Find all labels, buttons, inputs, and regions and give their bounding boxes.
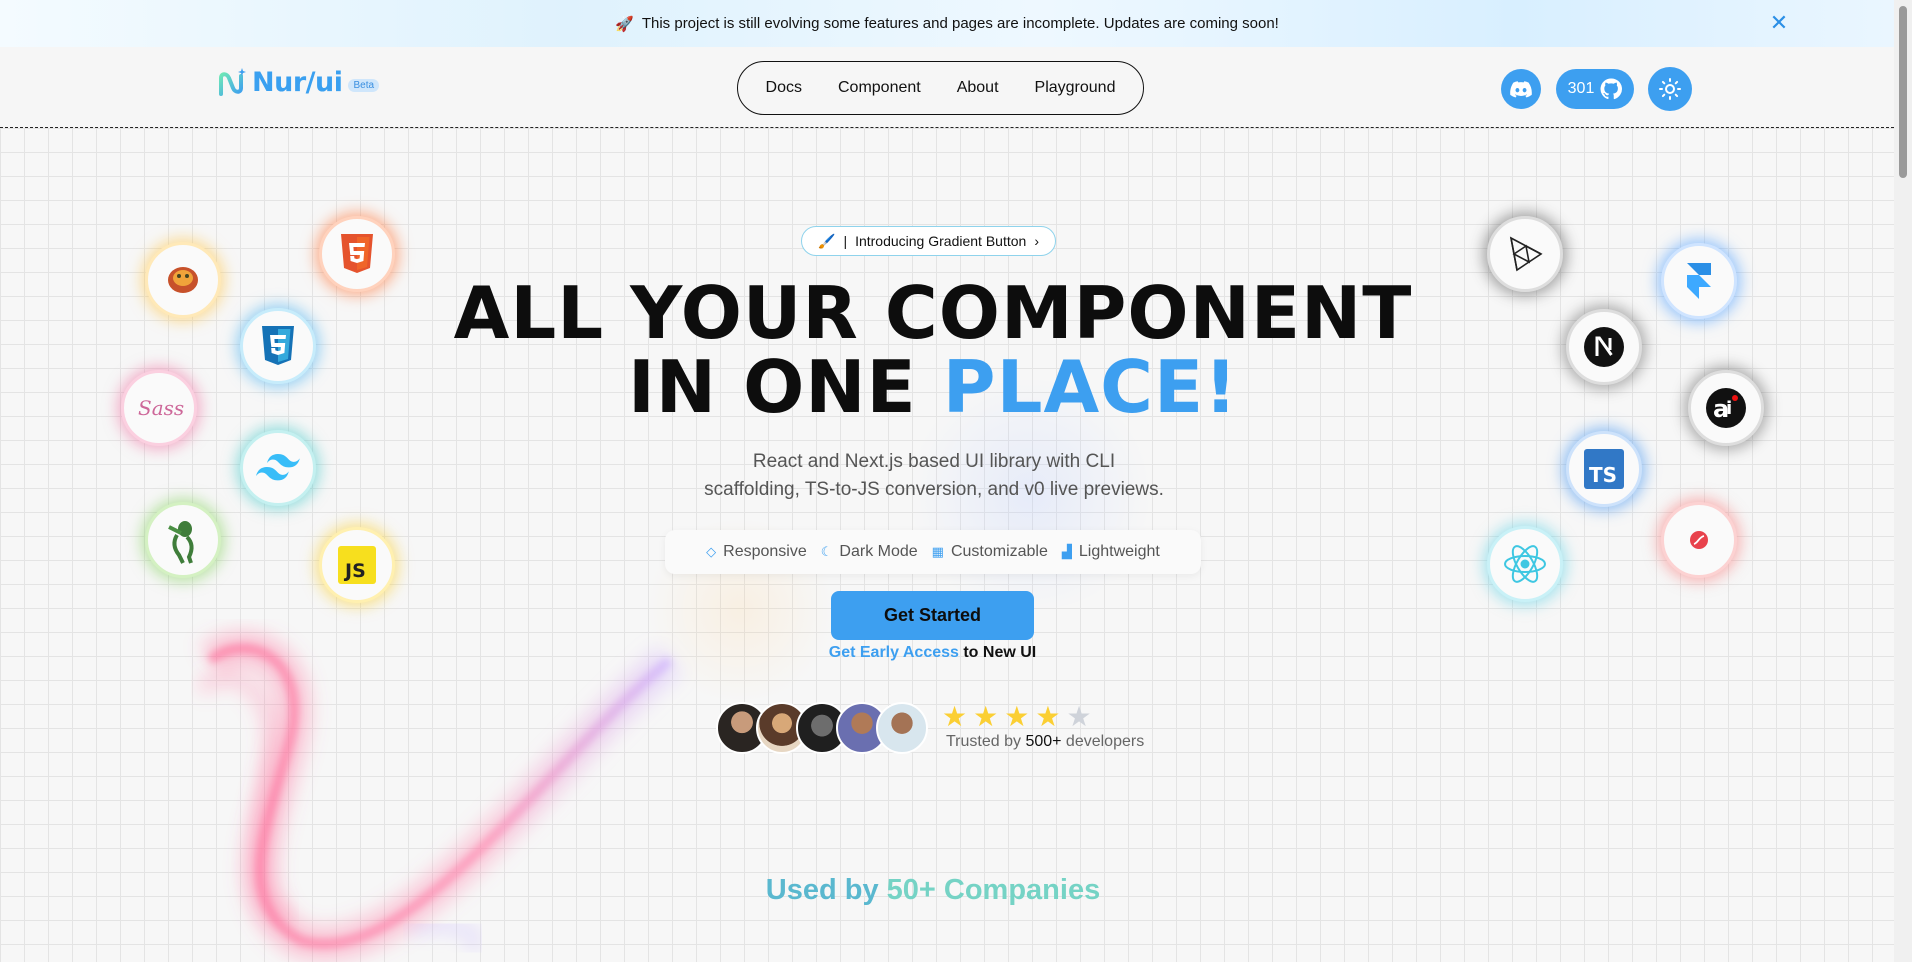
subtitle-line2: scaffolding, TS-to-JS conversion, and v0… xyxy=(704,479,1164,500)
css3-icon xyxy=(240,308,316,384)
announcement-bar: 🚀 This project is still evolving some fe… xyxy=(0,0,1894,47)
github-icon xyxy=(1600,78,1623,100)
intro-pill[interactable]: 🖌️ | Introducing Gradient Button › xyxy=(801,226,1056,256)
sass-icon: Sass xyxy=(121,370,197,446)
nav-playground[interactable]: Playground xyxy=(1035,79,1116,97)
headline-line2-prefix: IN ONE xyxy=(627,345,943,429)
early-access-suffix: to New UI xyxy=(958,644,1037,661)
feature-responsive: ◇ Responsive xyxy=(706,543,807,561)
sun-icon xyxy=(1659,78,1681,100)
trusted-count: 500+ xyxy=(1025,733,1062,750)
headline-line1: ALL YOUR COMPONENT xyxy=(453,271,1413,355)
feature-customizable: ▦ Customizable xyxy=(932,543,1048,561)
nextjs-icon xyxy=(1566,309,1642,385)
early-access-link[interactable]: Get Early Access xyxy=(829,644,959,661)
theme-toggle-button[interactable] xyxy=(1648,67,1692,111)
companies-count: 50+ Companies xyxy=(886,874,1101,906)
close-icon[interactable]: ✕ xyxy=(1768,12,1790,34)
github-stars-button[interactable]: 301 xyxy=(1556,69,1634,109)
rocket-icon: 🚀 xyxy=(615,15,634,33)
companies-heading: Used by 50+ Companies xyxy=(700,874,1166,907)
trusted-by-text: Trusted by 500+ developers xyxy=(946,733,1144,751)
svg-text:Sass: Sass xyxy=(138,396,184,420)
nav-about[interactable]: About xyxy=(957,79,999,97)
rating-stars: ★ ★ ★ ★ ★ xyxy=(942,703,1092,731)
react-icon xyxy=(1487,526,1563,602)
scrollbar-thumb[interactable] xyxy=(1899,6,1907,178)
moon-icon: ☾ xyxy=(820,544,833,559)
star-filled-icon: ★ xyxy=(942,701,968,732)
site-header: Nur/ui Beta Docs Component About Playgro… xyxy=(0,47,1894,128)
avatar-group xyxy=(716,702,928,756)
paintbrush-icon: 🖌️ xyxy=(818,232,836,249)
main-nav: Docs Component About Playground xyxy=(737,61,1144,115)
star-filled-icon: ★ xyxy=(973,701,999,732)
svg-text:TS: TS xyxy=(1589,463,1617,487)
trusted-prefix: Trusted by xyxy=(946,733,1026,750)
chevron-right-icon: › xyxy=(1034,233,1039,249)
trusted-suffix: developers xyxy=(1061,733,1145,750)
pill-separator: | xyxy=(843,233,848,249)
feature-label: Responsive xyxy=(723,543,807,560)
nav-component[interactable]: Component xyxy=(838,79,921,97)
feature-lightweight: ▟ Lightweight xyxy=(1062,543,1160,561)
companies-prefix: Used by xyxy=(765,874,887,906)
announcement-text: This project is still evolving some feat… xyxy=(641,15,1279,32)
lottie-icon xyxy=(1661,502,1737,578)
typescript-icon: TS xyxy=(1566,431,1642,507)
feature-label: Dark Mode xyxy=(839,543,918,560)
chart-icon: ▟ xyxy=(1061,544,1072,559)
logo[interactable]: Nur/ui Beta xyxy=(218,67,380,98)
zustand-icon xyxy=(145,242,221,318)
early-access: Get Early Access to New UI xyxy=(760,644,1105,662)
zod-icon xyxy=(145,502,221,578)
feature-label: Lightweight xyxy=(1078,543,1160,560)
beta-badge: Beta xyxy=(348,79,380,92)
github-star-count: 301 xyxy=(1567,80,1595,97)
html5-icon xyxy=(319,216,395,292)
nav-docs[interactable]: Docs xyxy=(766,79,802,97)
svg-text:i: i xyxy=(1726,398,1732,419)
feature-dark-mode: ☾ Dark Mode xyxy=(821,543,918,561)
feature-list: ◇ Responsive ☾ Dark Mode ▦ Customizable … xyxy=(665,530,1201,574)
tailwind-icon xyxy=(240,430,316,506)
pill-label: Introducing Gradient Button xyxy=(855,233,1027,249)
avatar xyxy=(876,702,928,754)
star-empty-icon: ★ xyxy=(1066,701,1092,732)
logo-text: Nur/ui xyxy=(252,67,343,98)
star-filled-icon: ★ xyxy=(1004,701,1030,732)
responsive-icon: ◇ xyxy=(706,544,717,559)
discord-button[interactable] xyxy=(1501,69,1541,109)
svg-text:JS: JS xyxy=(343,560,366,582)
feature-label: Customizable xyxy=(950,543,1048,560)
aceternity-icon: ai xyxy=(1688,370,1764,446)
star-filled-icon: ★ xyxy=(1035,701,1061,732)
logo-mark-icon xyxy=(219,67,246,96)
subtitle-line1: React and Next.js based UI library with … xyxy=(752,451,1116,472)
page-scrollbar[interactable] xyxy=(1894,0,1912,962)
framer-icon xyxy=(1661,243,1737,319)
discord-icon xyxy=(1510,80,1532,97)
threejs-icon xyxy=(1487,216,1563,292)
javascript-icon: JS xyxy=(319,527,395,603)
headline-line2-accent: PLACE! xyxy=(942,345,1239,429)
get-started-button[interactable]: Get Started xyxy=(831,591,1034,640)
hero-subtitle: React and Next.js based UI library with … xyxy=(634,448,1234,504)
hero-headline: ALL YOUR COMPONENT IN ONE PLACE! xyxy=(400,276,1466,424)
grid-icon: ▦ xyxy=(931,544,944,559)
